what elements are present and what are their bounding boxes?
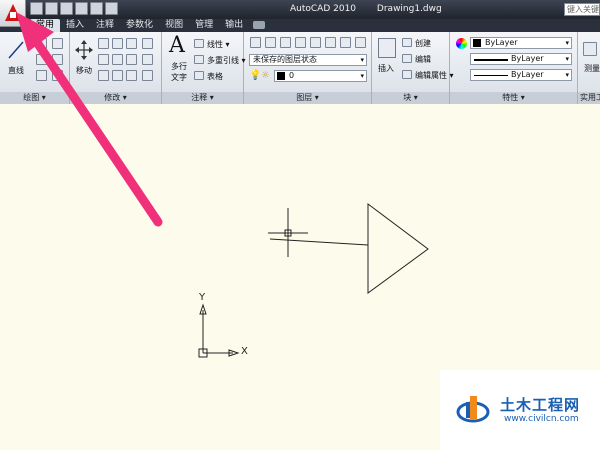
watermark-title: 土木工程网 [500,396,581,414]
civilcn-logo-icon [456,396,490,423]
site-watermark: 土木工程网 www.civilcn.com [440,370,600,450]
watermark-url: www.civilcn.com [504,414,579,424]
annotation-arrow-shaft [25,27,163,227]
annotation-arrow-head [16,12,54,52]
